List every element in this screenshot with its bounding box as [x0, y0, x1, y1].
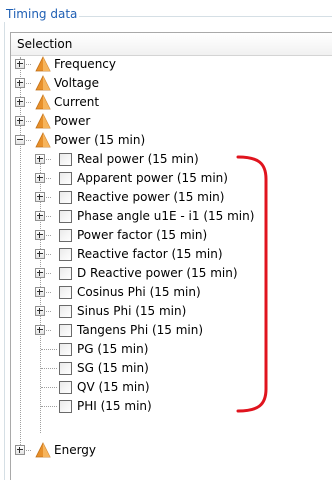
tree-connector	[41, 406, 57, 407]
checkbox[interactable]	[59, 362, 72, 375]
node-label: Energy	[54, 443, 97, 457]
group-title: Timing data	[4, 6, 80, 22]
expand-icon[interactable]	[35, 230, 45, 240]
checkbox[interactable]	[59, 343, 72, 356]
child-label: D Reactive power (15 min)	[77, 266, 238, 280]
expand-icon[interactable]	[15, 59, 25, 69]
child-label: PHI (15 min)	[77, 399, 152, 413]
warning-triangle-icon	[35, 132, 51, 148]
warning-triangle-icon	[35, 94, 51, 110]
expand-icon[interactable]	[35, 306, 45, 316]
timing-tree: Frequency Voltage Current Power Power (1…	[11, 55, 332, 480]
expand-icon[interactable]	[15, 116, 25, 126]
child-label: SG (15 min)	[77, 361, 149, 375]
node-label: Frequency	[54, 57, 116, 71]
expand-icon[interactable]	[35, 211, 45, 221]
checkbox[interactable]	[59, 229, 72, 242]
expand-icon[interactable]	[15, 78, 25, 88]
collapse-icon[interactable]	[15, 135, 25, 145]
expand-icon[interactable]	[35, 192, 45, 202]
tree-node-power-15min[interactable]: Power (15 min)	[11, 131, 311, 150]
tree-connector	[41, 349, 57, 350]
checkbox[interactable]	[59, 286, 72, 299]
expand-icon[interactable]	[35, 154, 45, 164]
checkbox[interactable]	[59, 172, 72, 185]
selection-panel: Selection Frequency Voltage Current Powe…	[10, 32, 332, 480]
child-label: Reactive power (15 min)	[77, 190, 225, 204]
expand-icon[interactable]	[35, 287, 45, 297]
warning-triangle-icon	[35, 442, 51, 458]
warning-triangle-icon	[35, 113, 51, 129]
node-label: Power	[54, 114, 91, 128]
checkbox[interactable]	[59, 267, 72, 280]
expand-icon[interactable]	[35, 268, 45, 278]
node-label: Voltage	[54, 76, 100, 90]
checkbox[interactable]	[59, 305, 72, 318]
column-header-label: Selection	[17, 37, 73, 51]
tree-node-power[interactable]: Power	[11, 112, 311, 131]
warning-triangle-icon	[35, 56, 51, 72]
checkbox[interactable]	[59, 381, 72, 394]
expand-icon[interactable]	[35, 249, 45, 259]
tree-node-energy[interactable]: Energy	[11, 441, 311, 460]
node-label: Power (15 min)	[54, 133, 146, 147]
checkbox[interactable]	[59, 400, 72, 413]
checkbox[interactable]	[59, 210, 72, 223]
expand-icon[interactable]	[15, 445, 25, 455]
checkbox[interactable]	[59, 153, 72, 166]
child-label: Apparent power (15 min)	[77, 171, 228, 185]
tree-connector	[41, 387, 57, 388]
checkbox[interactable]	[59, 191, 72, 204]
child-label: Cosinus Phi (15 min)	[77, 285, 201, 299]
tree-node-frequency[interactable]: Frequency	[11, 55, 311, 74]
child-label: Tangens Phi (15 min)	[77, 323, 204, 337]
child-label: QV (15 min)	[77, 380, 150, 394]
tree-connector	[41, 368, 57, 369]
warning-triangle-icon	[35, 75, 51, 91]
child-label: Reactive factor (15 min)	[77, 247, 223, 261]
tree-node-voltage[interactable]: Voltage	[11, 74, 311, 93]
expand-icon[interactable]	[15, 97, 25, 107]
child-label: Phase angle u1E - i1 (15 min)	[77, 209, 255, 223]
child-label: Real power (15 min)	[77, 152, 199, 166]
expand-icon[interactable]	[35, 173, 45, 183]
child-label: Sinus Phi (15 min)	[77, 304, 187, 318]
annotation-brace	[236, 155, 268, 413]
checkbox[interactable]	[59, 324, 72, 337]
expand-icon[interactable]	[35, 325, 45, 335]
column-header-selection[interactable]: Selection	[11, 33, 332, 56]
checkbox[interactable]	[59, 248, 72, 261]
child-label: Power factor (15 min)	[77, 228, 208, 242]
child-label: PG (15 min)	[77, 342, 149, 356]
node-label: Current	[54, 95, 100, 109]
tree-node-current[interactable]: Current	[11, 93, 311, 112]
